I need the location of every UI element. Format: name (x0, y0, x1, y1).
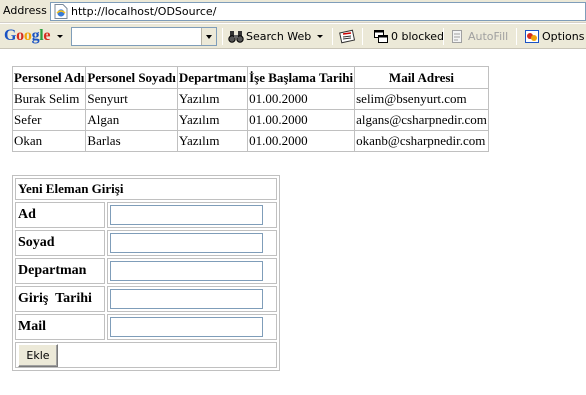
form-row: Departman (15, 258, 277, 284)
binoculars-icon (228, 29, 244, 44)
address-label: Address (3, 4, 47, 17)
table-row: Burak Selim Senyurt Yazılım 01.00.2000 s… (11, 88, 489, 110)
mail-field[interactable] (110, 317, 263, 337)
start-date-label: Giriş Tarihi (15, 286, 105, 312)
last-name-field[interactable] (110, 233, 263, 253)
grid-cell: 01.00.2000 (247, 109, 356, 131)
add-button[interactable]: Ekle (18, 343, 58, 367)
toolbar-separator (443, 28, 444, 45)
grid-header-cell: Personel Soyadı (85, 66, 178, 89)
personnel-grid: Personel Adı Personel Soyadı Departmanı … (11, 66, 489, 152)
grid-cell: Yazılım (176, 109, 249, 131)
grid-cell: Yazılım (176, 130, 249, 152)
grid-cell: 01.00.2000 (247, 88, 356, 110)
form-title: Yeni Eleman Girişi (15, 178, 277, 200)
google-logo-letter: o (16, 27, 24, 44)
grid-cell: Barlas (85, 130, 178, 152)
last-name-label: Soyad (15, 230, 105, 256)
grid-cell: Senyurt (85, 88, 178, 110)
grid-cell: 01.00.2000 (247, 130, 356, 152)
news-button[interactable] (339, 28, 357, 45)
google-logo[interactable]: Google (4, 27, 51, 45)
first-name-label: Ad (15, 202, 105, 228)
options-label: Options (542, 30, 585, 43)
grid-header-cell: İşe Başlama Tarihi (247, 66, 356, 89)
department-field[interactable] (110, 261, 263, 281)
department-label: Departman (15, 258, 105, 284)
autofill-icon (450, 29, 466, 44)
table-row: Okan Barlas Yazılım 01.00.2000 okanb@csh… (11, 130, 489, 152)
options-icon (524, 29, 540, 44)
grid-cell: algans@csharpnedir.com (354, 109, 489, 131)
toolbar-separator (332, 28, 333, 45)
grid-cell: Algan (85, 109, 178, 131)
ie-page-icon (54, 4, 68, 19)
grid-header-cell: Mail Adresi (354, 66, 489, 89)
start-date-field[interactable] (110, 289, 263, 309)
news-icon (339, 29, 356, 44)
google-menu-caret-icon[interactable] (57, 35, 63, 38)
blocked-count-label: 0 blocked (391, 30, 445, 43)
search-web-caret-icon[interactable] (317, 35, 324, 38)
autofill-label: AutoFill (468, 30, 509, 43)
grid-cell: Okan (11, 130, 87, 152)
google-logo-letter: e (43, 27, 51, 44)
address-url: http://localhost/ODSource/ (71, 5, 217, 18)
toolbar-separator (222, 28, 223, 45)
grid-cell: Sefer (11, 109, 87, 131)
autofill-button[interactable]: AutoFill (450, 28, 508, 45)
form-row: Giriş Tarihi (15, 286, 277, 312)
toolbar-separator (362, 28, 363, 45)
search-web-label: Search Web (246, 30, 312, 43)
address-bar: Address http://localhost/ODSource/ (0, 0, 586, 23)
first-name-field[interactable] (110, 205, 263, 225)
grid-cell: okanb@csharpnedir.com (354, 130, 489, 152)
grid-cell: selim@bsenyurt.com (354, 88, 489, 110)
grid-header-cell: Personel Adı (11, 66, 87, 89)
grid-cell: Burak Selim (11, 88, 87, 110)
address-field[interactable]: http://localhost/ODSource/ (50, 2, 586, 21)
form-row: Ad (15, 202, 277, 228)
options-button[interactable]: Options (524, 28, 584, 45)
form-row: Soyad (15, 230, 277, 256)
search-history-dropdown-button[interactable] (201, 28, 216, 45)
popup-blocker-icon (373, 29, 389, 44)
toolbar-separator (516, 28, 517, 45)
grid-header-cell: Departmanı (176, 66, 249, 89)
google-search-input[interactable] (71, 27, 217, 46)
google-logo-letter: G (4, 27, 17, 44)
google-toolbar: Google Search Web 0 blocked AutoFill Opt… (0, 24, 586, 49)
page-content: Personel Adı Personel Soyadı Departmanı … (0, 50, 586, 395)
table-row: Sefer Algan Yazılım 01.00.2000 algans@cs… (11, 109, 489, 131)
search-web-button[interactable]: Search Web (228, 28, 324, 45)
new-employee-form: Yeni Eleman Girişi Ad Soyad Departman Gi… (12, 175, 280, 371)
form-row: Mail (15, 314, 277, 340)
mail-label: Mail (15, 314, 105, 340)
grid-header-row: Personel Adı Personel Soyadı Departmanı … (11, 66, 489, 89)
popup-blocker-button[interactable]: 0 blocked (373, 28, 444, 45)
google-logo-letter: o (23, 27, 32, 44)
grid-cell: Yazılım (176, 88, 249, 110)
